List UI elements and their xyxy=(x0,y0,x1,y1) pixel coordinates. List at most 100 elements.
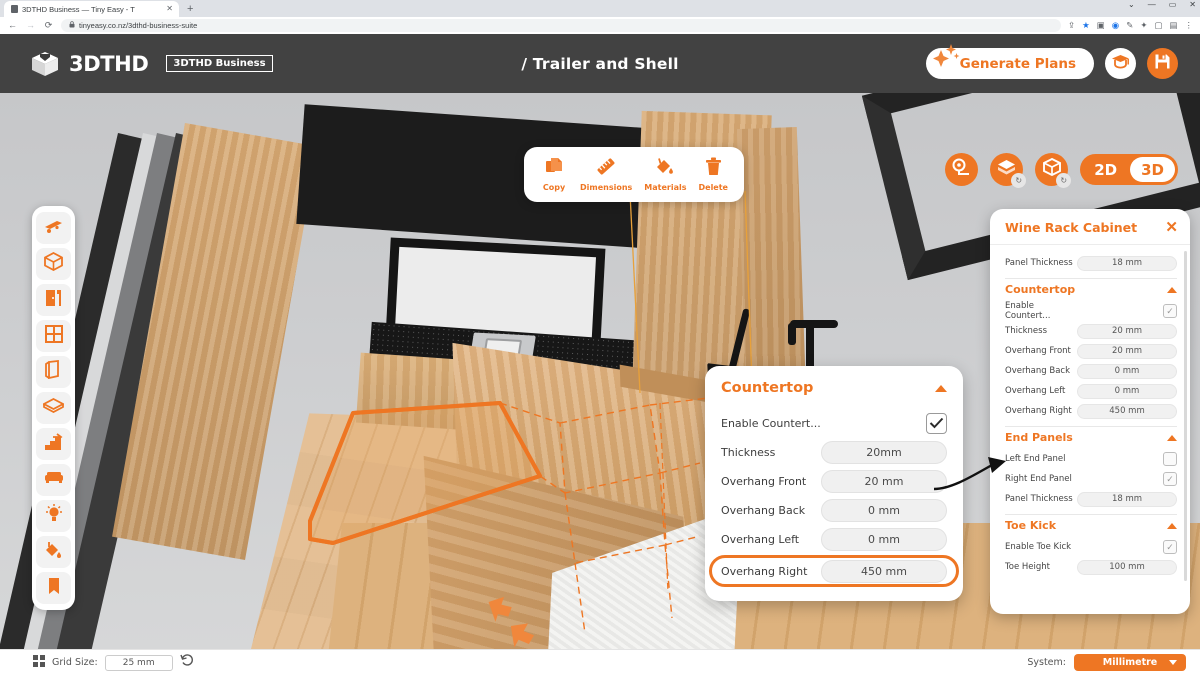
pp-overhang-front-input[interactable]: 20 mm xyxy=(1077,343,1177,359)
triangle-up-icon[interactable] xyxy=(1167,522,1177,529)
enable-countertop-label: Enable Countert... xyxy=(721,416,821,430)
tab-title: 3DTHD Business — Tiny Easy - T xyxy=(22,4,135,14)
profile-icon[interactable]: ▤ xyxy=(1169,21,1177,30)
learn-button[interactable] xyxy=(1105,48,1136,79)
globe-icon[interactable]: ◉ xyxy=(1112,21,1119,30)
browser-tab[interactable]: 3DTHD Business — Tiny Easy - T ✕ xyxy=(4,1,179,17)
pp-overhang-back-input[interactable]: 0 mm xyxy=(1077,363,1177,379)
light-bulb-icon xyxy=(45,504,63,528)
pp-overhang-front-row: Overhang Front 20 mm xyxy=(1005,341,1177,361)
lock-icon xyxy=(69,21,75,30)
eyedropper-icon[interactable]: ✎ xyxy=(1126,21,1133,30)
sidebar-item-floor[interactable] xyxy=(36,392,71,424)
sidebar-item-trailer[interactable] xyxy=(36,212,71,244)
minimize-icon[interactable]: — xyxy=(1148,1,1156,9)
pp-enable-toe-kick-checkbox[interactable]: ✓ xyxy=(1163,540,1177,554)
chevron-down-icon[interactable]: ⌄ xyxy=(1128,1,1135,9)
pp-overhang-left-input[interactable]: 0 mm xyxy=(1077,383,1177,399)
plan-view-button[interactable]: ↻ xyxy=(990,153,1027,188)
close-icon[interactable]: ✕ xyxy=(1165,220,1178,235)
measure-button[interactable] xyxy=(945,153,979,186)
enable-countertop-checkbox[interactable] xyxy=(926,412,947,434)
new-tab-button[interactable]: + xyxy=(187,4,193,17)
overhang-left-input[interactable]: 0 mm xyxy=(821,527,947,551)
share-icon[interactable]: ⇪ xyxy=(1068,21,1075,30)
left-tool-rail xyxy=(32,206,75,610)
iso-view-button[interactable]: ↻ xyxy=(1035,153,1072,188)
system-select[interactable]: Millimetre xyxy=(1074,654,1186,671)
bookmark-star-icon[interactable]: ★ xyxy=(1082,21,1090,30)
pp-thickness-input[interactable]: 20 mm xyxy=(1077,323,1177,339)
toggle-2d[interactable]: 2D xyxy=(1083,157,1128,182)
overhang-right-input[interactable]: 450 mm xyxy=(821,559,947,583)
browser-extension-icons: ⇪ ★ ▣ ◉ ✎ ✦ ▢ ▤ ⋮ xyxy=(1068,21,1193,30)
properties-scrollbar[interactable] xyxy=(1184,251,1187,581)
triangle-up-icon[interactable] xyxy=(1167,434,1177,441)
pp-thickness-row: Thickness 20 mm xyxy=(1005,321,1177,341)
materials-action[interactable]: Materials xyxy=(638,155,692,194)
sidebar-item-lighting[interactable] xyxy=(36,500,71,532)
sidebar-item-window[interactable] xyxy=(36,320,71,352)
section-toe-kick-header[interactable]: Toe Kick xyxy=(1005,519,1177,532)
pp-overhang-back-label: Overhang Back xyxy=(1005,366,1071,376)
close-icon[interactable]: ✕ xyxy=(164,5,175,13)
undo-icon[interactable] xyxy=(180,653,194,672)
sidebar-item-door[interactable] xyxy=(36,284,71,316)
camera-icon[interactable]: ▣ xyxy=(1097,21,1105,30)
paint-bucket-icon xyxy=(655,157,675,181)
pp-overhang-right-label: Overhang Right xyxy=(1005,406,1072,416)
sidebar-item-materials[interactable] xyxy=(36,536,71,568)
section-countertop-header[interactable]: Countertop xyxy=(1005,283,1177,296)
overhang-right-row: Overhang Right 450 mm xyxy=(709,555,959,587)
pp-end-panel-thickness-label: Panel Thickness xyxy=(1005,494,1073,504)
sidebar-item-shell[interactable] xyxy=(36,248,71,280)
dimensions-action[interactable]: Dimensions xyxy=(574,155,638,194)
menu-icon[interactable]: ⋮ xyxy=(1185,21,1194,30)
pp-end-panel-thickness-input[interactable]: 18 mm xyxy=(1077,491,1177,507)
chevron-down-icon xyxy=(1169,660,1177,665)
reload-icon[interactable]: ⟳ xyxy=(43,21,54,30)
save-disk-icon xyxy=(1154,53,1171,75)
cube-shell-icon xyxy=(44,251,63,276)
copy-action[interactable]: Copy xyxy=(534,155,574,194)
sidebar-item-bookmarks[interactable] xyxy=(36,572,71,604)
forward-icon[interactable]: → xyxy=(25,21,36,30)
section-end-panels-header[interactable]: End Panels xyxy=(1005,431,1177,444)
pp-enable-toe-kick-row: Enable Toe Kick ✓ xyxy=(1005,537,1177,557)
generate-plans-button[interactable]: Generate Plans xyxy=(925,44,1094,79)
save-button[interactable] xyxy=(1147,48,1178,79)
pp-overhang-right-input[interactable]: 450 mm xyxy=(1077,403,1177,419)
pp-left-end-panel-checkbox[interactable] xyxy=(1163,452,1177,466)
brand-block[interactable]: 3DTHD 3DTHD Business xyxy=(30,50,273,78)
copy-icon xyxy=(545,157,564,181)
dimension-mode-toggle[interactable]: 2D 3D xyxy=(1080,154,1178,185)
overhang-front-input[interactable]: 20 mm xyxy=(821,469,947,493)
pp-right-end-panel-checkbox[interactable]: ✓ xyxy=(1163,472,1177,486)
sidebar-item-wall[interactable] xyxy=(36,356,71,388)
address-bar[interactable]: tinyeasy.co.nz/3dthd-business-suite xyxy=(61,19,1061,32)
puzzle-icon[interactable]: ✦ xyxy=(1140,21,1147,30)
pp-toe-height-input[interactable]: 100 mm xyxy=(1077,559,1177,575)
rotate-drag-handles[interactable] xyxy=(480,583,600,649)
sidepanel-icon[interactable]: ▢ xyxy=(1154,21,1162,30)
window-close-icon[interactable]: ✕ xyxy=(1189,1,1196,9)
faucet-spout xyxy=(788,323,796,345)
sidebar-item-furniture[interactable] xyxy=(36,464,71,496)
delete-action[interactable]: Delete xyxy=(693,155,734,194)
panel-thickness-input[interactable]: 18 mm xyxy=(1077,255,1177,271)
countertop-dialog-title: Countertop xyxy=(721,380,814,396)
overhang-back-input[interactable]: 0 mm xyxy=(821,498,947,522)
triangle-up-icon[interactable] xyxy=(1167,286,1177,293)
plan-view-badge-icon: ↻ xyxy=(1011,173,1027,188)
toggle-3d[interactable]: 3D xyxy=(1130,157,1175,182)
back-icon[interactable]: ← xyxy=(7,21,18,30)
delete-label: Delete xyxy=(698,183,728,192)
pp-overhang-left-label: Overhang Left xyxy=(1005,386,1066,396)
maximize-icon[interactable]: ▭ xyxy=(1169,1,1177,9)
pp-enable-countertop-checkbox[interactable]: ✓ xyxy=(1163,304,1177,318)
triangle-up-icon[interactable] xyxy=(935,384,947,392)
grid-size-input[interactable]: 25 mm xyxy=(104,654,173,671)
sidebar-item-stairs[interactable] xyxy=(36,428,71,460)
countertop-thickness-input[interactable]: 20mm xyxy=(821,440,947,464)
properties-panel-body: Panel Thickness 18 mm Countertop Enable … xyxy=(990,245,1190,605)
